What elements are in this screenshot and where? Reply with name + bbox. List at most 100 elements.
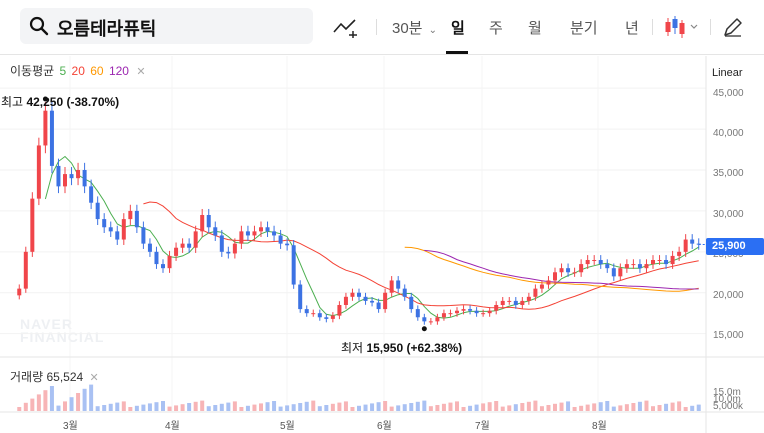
volume-bar <box>82 388 87 411</box>
x-tick: 5월 <box>280 421 295 432</box>
volume-bar <box>435 405 440 411</box>
candle-body <box>285 243 290 246</box>
candle-body <box>448 313 453 315</box>
volume-bar <box>141 404 146 411</box>
volume-bar <box>56 405 61 411</box>
volume-bar <box>487 402 492 411</box>
volume-bar <box>245 405 250 411</box>
volume-bar <box>76 393 81 411</box>
volume-bar <box>422 400 427 411</box>
candle-body <box>298 284 303 310</box>
candle-body <box>259 227 263 232</box>
candle-body <box>441 313 446 318</box>
volume-bar <box>317 406 322 411</box>
candle-body <box>520 300 525 305</box>
volume-bar <box>121 401 126 411</box>
candle-body <box>200 215 205 232</box>
volume-bar <box>533 400 538 411</box>
volume-bar <box>232 401 237 411</box>
volume-bar <box>102 405 107 411</box>
current-price-badge: 25,900 <box>706 238 764 255</box>
volume-bar <box>265 402 270 411</box>
candle-body <box>494 305 499 311</box>
volume-bar <box>278 406 283 411</box>
candle-body <box>89 186 94 203</box>
candle-body <box>311 313 316 315</box>
candle-body <box>49 110 54 166</box>
volume-bar <box>69 397 74 411</box>
volume-bar <box>657 405 662 411</box>
candle-body <box>637 264 642 269</box>
volume-bar <box>108 403 113 411</box>
volume-bar <box>49 386 54 411</box>
volume-bar <box>428 406 433 411</box>
candle-body <box>409 296 414 310</box>
volume-bar <box>311 400 316 411</box>
price-chart[interactable] <box>0 0 764 433</box>
candle-body <box>651 260 655 265</box>
candle-body <box>585 260 590 265</box>
candle-body <box>154 251 159 265</box>
volume-bar <box>324 405 329 411</box>
volume-bar <box>154 402 159 411</box>
candle-body <box>370 300 375 303</box>
candle-body <box>324 317 329 319</box>
volume-bar <box>696 404 701 411</box>
close-icon[interactable]: ✕ <box>90 372 99 384</box>
volume-bar <box>213 405 218 411</box>
candle-body <box>252 231 257 236</box>
volume-bar <box>415 401 420 411</box>
volume-bar <box>546 405 551 411</box>
volume-bar <box>592 403 597 411</box>
candle-body <box>265 227 270 232</box>
volume-bar <box>187 403 192 411</box>
volume-legend: 거래량 65,524 ✕ <box>10 368 99 385</box>
candle-body <box>683 239 688 252</box>
volume-bar <box>389 406 394 411</box>
volume-bar <box>559 402 564 411</box>
candle-body <box>500 300 505 305</box>
volume-bar <box>115 402 120 411</box>
volume-bar <box>553 403 557 411</box>
volume-bar <box>200 400 205 411</box>
candle-body <box>396 280 401 289</box>
candle-body <box>592 260 597 261</box>
candle-body <box>226 251 231 254</box>
volume-bar <box>637 401 642 411</box>
ma-60-line <box>404 246 699 292</box>
candle-body <box>657 260 662 261</box>
candle-body <box>213 227 218 236</box>
candle-body <box>245 231 250 236</box>
candle-body <box>690 239 695 244</box>
volume-bar <box>566 401 571 411</box>
volume-bar <box>30 398 35 411</box>
volume-bar <box>291 404 296 411</box>
volume-bar <box>651 406 655 411</box>
x-tick: 3월 <box>63 421 78 432</box>
candle-body <box>108 227 113 232</box>
candle-body <box>272 231 277 236</box>
volume-bar <box>337 402 342 411</box>
volume-bar <box>513 404 518 411</box>
candle-body <box>167 255 172 269</box>
candle-body <box>435 317 440 322</box>
candle-body <box>677 251 682 256</box>
volume-bar <box>161 401 165 411</box>
high-value: 42,250 (-38.70%) <box>26 95 120 109</box>
volume-bar <box>605 401 610 411</box>
candle-body <box>36 145 41 199</box>
candle-body <box>17 288 22 296</box>
candle-body <box>43 110 48 146</box>
volume-bar <box>363 404 368 411</box>
candle-body <box>481 313 486 315</box>
volume-bar <box>147 403 152 411</box>
volume-tick: 5,000k <box>713 401 744 412</box>
candle-body <box>605 264 610 269</box>
volume-bar <box>370 403 375 411</box>
candle-body <box>187 243 192 248</box>
volume-bar <box>252 404 257 411</box>
volume-bar <box>396 405 401 411</box>
volume-bar <box>350 407 355 411</box>
candle-body <box>206 215 211 228</box>
candle-body <box>553 272 557 281</box>
